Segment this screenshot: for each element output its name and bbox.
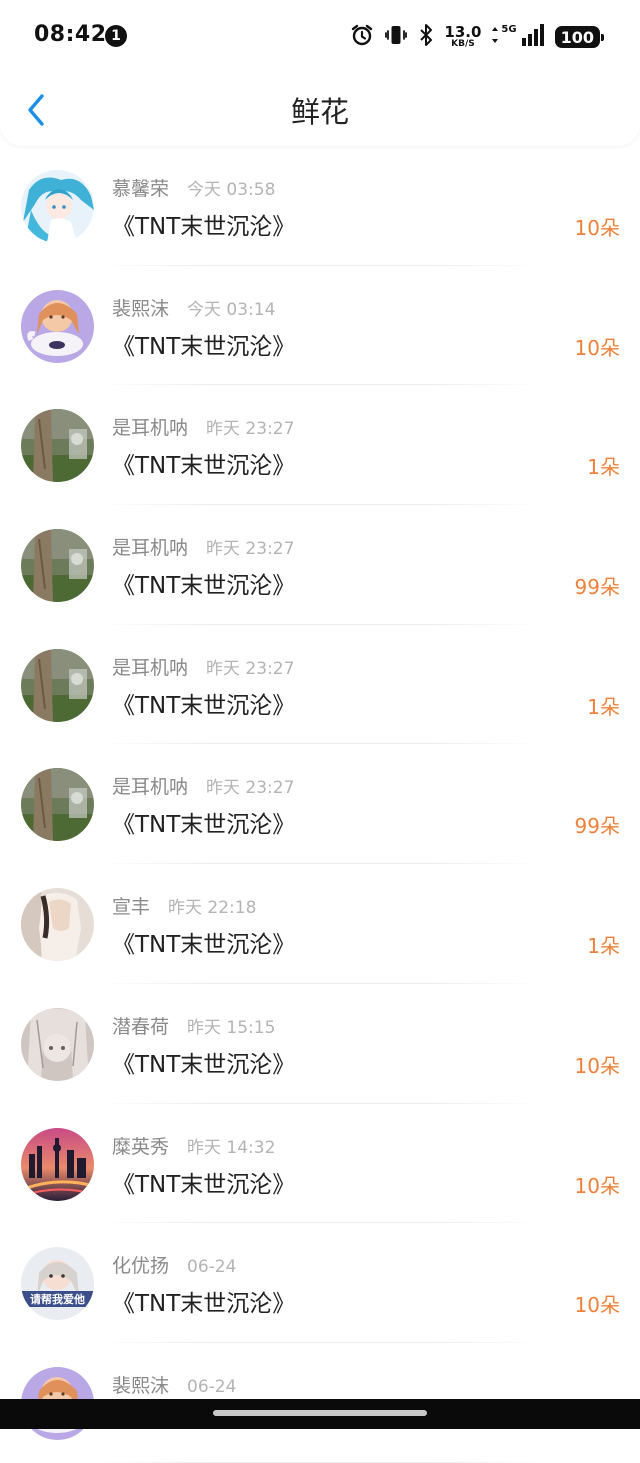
send-time: 昨天 23:27 [206, 778, 295, 799]
svg-text:请帮我爱他: 请帮我爱他 [30, 1292, 85, 1306]
book-title: 《TNT末世沉沦》 [112, 812, 296, 839]
list-item[interactable]: 慕馨荣 今天 03:58 《TNT末世沉沦》 10朵 [0, 146, 640, 266]
flower-record-list: 慕馨荣 今天 03:58 《TNT末世沉沦》 10朵 裴熙沫 今天 03:14 … [0, 146, 640, 1463]
list-item[interactable]: 是耳机呐 昨天 23:27 《TNT末世沉沦》 99朵 [0, 505, 640, 625]
sender-name: 是耳机呐 [112, 656, 189, 679]
sender-name: 慕馨荣 [112, 178, 170, 200]
signal-icon [521, 24, 545, 50]
item-meta: 糜英秀 昨天 14:32 [112, 1132, 275, 1159]
list-item[interactable]: 糜英秀 昨天 14:32 《TNT末世沉沦》 10朵 [0, 1104, 640, 1224]
flower-count: 10朵 [574, 216, 620, 240]
book-title: 《TNT末世沉沦》 [112, 453, 296, 480]
flower-count: 10朵 [574, 1173, 620, 1198]
battery-indicator: 100 [554, 26, 605, 48]
sender-name: 是耳机呐 [112, 537, 189, 560]
avatar[interactable] [21, 768, 94, 842]
send-time: 昨天 23:27 [206, 658, 295, 679]
data-arrows-icon [491, 26, 499, 48]
book-title: 《TNT末世沉沦》 [112, 214, 296, 240]
item-meta: 是耳机呐 昨天 23:27 [112, 533, 294, 560]
status-bar: 08:42 1 13.0 KB/S 5G 100 [0, 0, 640, 72]
book-title: 《TNT末世沉沦》 [112, 932, 296, 959]
book-title: 《TNT末世沉沦》 [112, 1291, 296, 1318]
flower-count: 99朵 [574, 575, 620, 600]
network-speed: 13.0 KB/S [444, 23, 482, 49]
sender-name: 糜英秀 [112, 1135, 170, 1158]
avatar[interactable] [21, 1007, 94, 1081]
avatar[interactable] [21, 170, 94, 243]
item-meta: 是耳机呐 昨天 23:27 [112, 772, 294, 799]
top-bar: 08:42 1 13.0 KB/S 5G 100 鲜花 [0, 0, 640, 146]
send-time: 06-24 [187, 1376, 237, 1397]
navigation-bar [0, 1399, 640, 1429]
send-time: 今天 03:58 [187, 180, 276, 200]
item-meta: 慕馨荣 今天 03:58 [112, 174, 275, 201]
list-item[interactable]: 潜春荷 昨天 15:15 《TNT末世沉沦》 10朵 [0, 984, 640, 1104]
avatar[interactable] [21, 1127, 94, 1201]
flower-count: 10朵 [574, 1293, 620, 1318]
item-meta: 裴熙沫 06-24 [112, 1371, 236, 1398]
flower-count: 10朵 [574, 1053, 620, 1078]
send-time: 昨天 23:27 [206, 539, 295, 560]
flower-count: 1朵 [587, 455, 620, 480]
avatar[interactable]: 请帮我爱他 [21, 1247, 94, 1321]
list-item[interactable]: 裴熙沫 今天 03:14 《TNT末世沉沦》 10朵 [0, 266, 640, 386]
book-title: 《TNT末世沉沦》 [112, 573, 296, 600]
bluetooth-icon [418, 23, 434, 51]
notification-badge: 1 [105, 25, 127, 47]
send-time: 昨天 15:15 [187, 1017, 276, 1038]
book-title: 《TNT末世沉沦》 [112, 1171, 296, 1198]
send-time: 昨天 22:18 [168, 898, 257, 919]
page-title: 鲜花 [290, 95, 349, 129]
list-item[interactable]: 是耳机呐 昨天 23:27 《TNT末世沉沦》 99朵 [0, 744, 640, 865]
avatar[interactable] [21, 529, 94, 603]
avatar[interactable] [21, 648, 94, 722]
item-meta: 是耳机呐 昨天 23:27 [112, 653, 294, 680]
list-item[interactable]: 是耳机呐 昨天 23:27 《TNT末世沉沦》 1朵 [0, 385, 640, 506]
book-title: 《TNT末世沉沦》 [112, 333, 296, 360]
vibrate-icon [384, 23, 408, 51]
item-meta: 宣丰 昨天 22:18 [112, 892, 256, 919]
status-icons: 13.0 KB/S 5G 100 [350, 22, 605, 52]
divider [100, 1461, 540, 1463]
flower-count: 10朵 [574, 335, 620, 360]
alarm-icon [350, 23, 374, 51]
sender-name: 化优扬 [112, 1255, 170, 1278]
item-meta: 潜春荷 昨天 15:15 [112, 1012, 275, 1039]
book-title: 《TNT末世沉沦》 [112, 692, 296, 719]
sender-name: 是耳机呐 [112, 417, 189, 440]
flower-count: 1朵 [587, 694, 620, 719]
avatar[interactable] [21, 289, 94, 363]
list-item[interactable]: 是耳机呐 昨天 23:27 《TNT末世沉沦》 1朵 [0, 625, 640, 745]
item-meta: 裴熙沫 今天 03:14 [112, 294, 275, 321]
avatar[interactable] [21, 888, 94, 962]
sender-name: 潜春荷 [112, 1015, 170, 1038]
item-meta: 化优扬 06-24 [112, 1251, 236, 1278]
list-item[interactable]: 宣丰 昨天 22:18 《TNT末世沉沦》 1朵 [0, 864, 640, 984]
flower-count: 1朵 [587, 934, 620, 959]
home-indicator[interactable] [213, 1410, 427, 1416]
avatar[interactable] [21, 409, 94, 483]
send-time: 今天 03:14 [187, 299, 276, 320]
send-time: 昨天 14:32 [187, 1137, 276, 1158]
book-title: 《TNT末世沉沦》 [112, 1051, 296, 1078]
list-item[interactable]: 请帮我爱他 化优扬 06-24 《TNT末世沉沦》 10朵 [0, 1223, 640, 1343]
network-type: 5G [501, 24, 517, 35]
sender-name: 宣丰 [112, 896, 151, 919]
sender-name: 裴熙沫 [112, 297, 170, 320]
sender-name: 是耳机呐 [112, 776, 189, 799]
flower-count: 99朵 [574, 814, 620, 839]
status-time: 08:42 [34, 22, 107, 47]
send-time: 昨天 23:27 [206, 419, 295, 440]
sender-name: 裴熙沫 [112, 1374, 170, 1397]
send-time: 06-24 [187, 1257, 237, 1278]
item-meta: 是耳机呐 昨天 23:27 [112, 413, 294, 440]
